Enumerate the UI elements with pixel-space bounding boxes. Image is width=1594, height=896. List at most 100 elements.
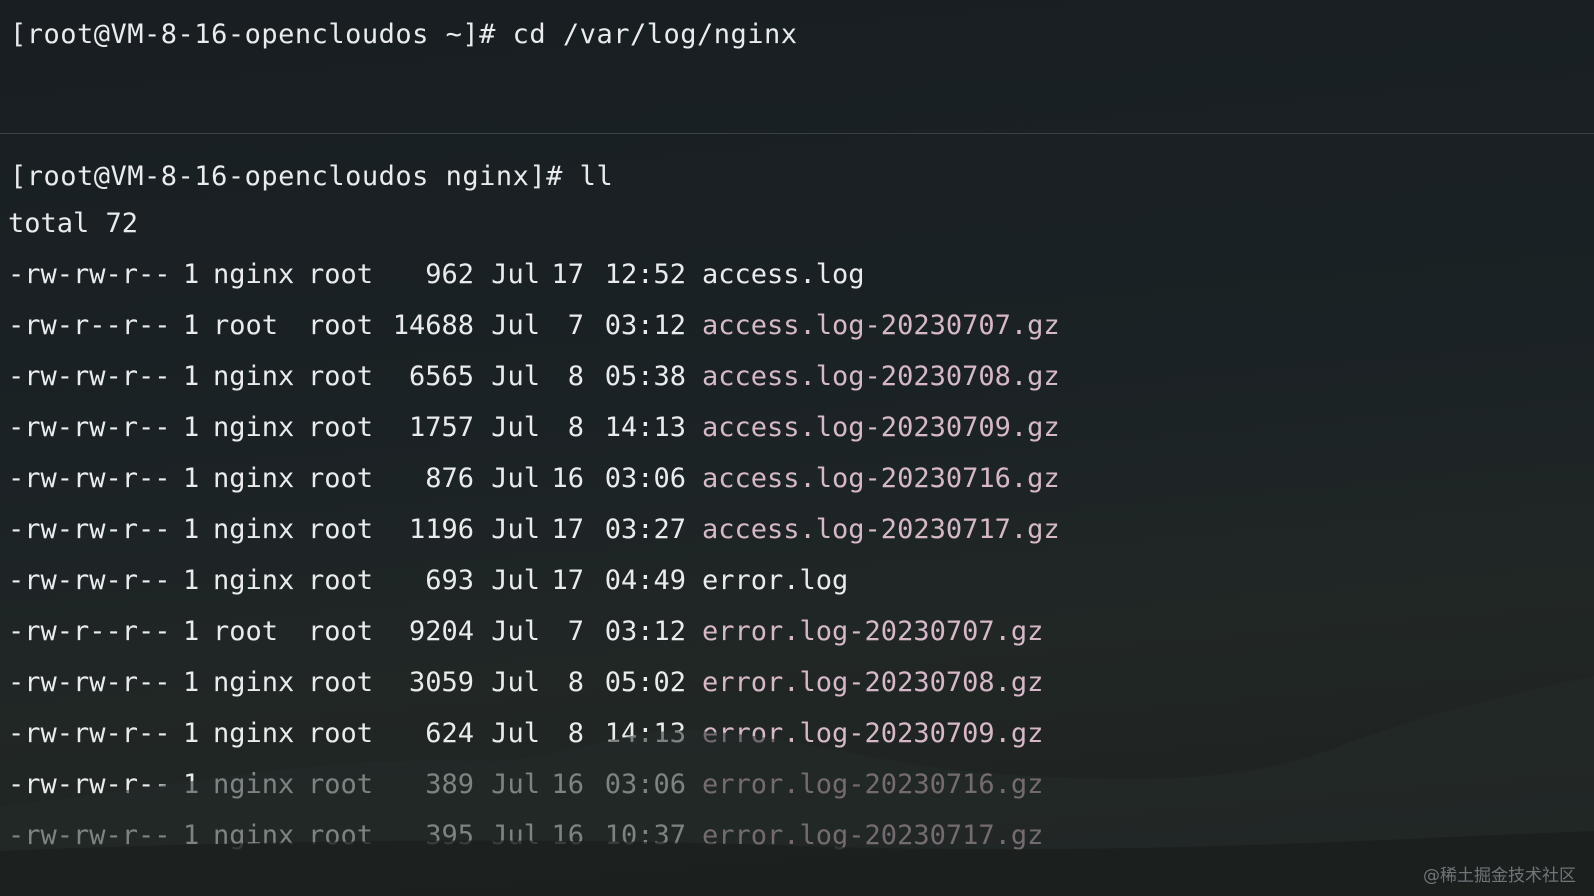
file-links: 1: [183, 820, 200, 851]
file-day: 16: [551, 820, 584, 851]
file-month: Jul: [491, 616, 540, 647]
file-owner: nginx: [213, 565, 295, 596]
total-line: total 72: [8, 208, 139, 239]
file-size: 624: [425, 718, 474, 749]
file-links: 1: [183, 259, 200, 290]
file-month: Jul: [491, 514, 540, 545]
file-size: 876: [425, 463, 474, 494]
file-day: 8: [567, 718, 584, 749]
file-group: root: [308, 820, 374, 851]
file-group: root: [308, 361, 374, 392]
terminal-divider: [0, 133, 1594, 134]
file-perms: -rw-rw-r--: [8, 361, 171, 392]
file-day: 17: [551, 514, 584, 545]
file-owner: nginx: [213, 361, 295, 392]
file-time: 05:38: [604, 361, 686, 392]
file-perms: -rw-rw-r--: [8, 820, 171, 851]
file-group: root: [308, 259, 374, 290]
file-day: 16: [551, 769, 584, 800]
file-group: root: [308, 463, 374, 494]
file-group: root: [308, 310, 374, 341]
file-name: error.log-20230716.gz: [702, 769, 1044, 800]
file-group: root: [308, 667, 374, 698]
file-row: -rw-r--r-- 1 root root 9204 Jul 7 03:12 error.lo…: [8, 611, 1060, 662]
file-links: 1: [183, 769, 200, 800]
file-month: Jul: [491, 718, 540, 749]
file-month: Jul: [491, 667, 540, 698]
ll-command-line: [root@VM-8-16-opencloudos nginx]# ll: [10, 161, 614, 192]
file-day: 8: [567, 361, 584, 392]
file-time: 03:27: [604, 514, 686, 545]
file-day: 7: [567, 616, 584, 647]
file-name: access.log: [702, 259, 865, 290]
file-size: 395: [425, 820, 474, 851]
file-links: 1: [183, 514, 200, 545]
file-month: Jul: [491, 565, 540, 596]
file-group: root: [308, 718, 374, 749]
file-time: 03:06: [604, 463, 686, 494]
file-name: error.log-20230709.gz: [702, 718, 1044, 749]
file-links: 1: [183, 361, 200, 392]
file-time: 14:13: [604, 718, 686, 749]
file-time: 03:12: [604, 310, 686, 341]
file-month: Jul: [491, 820, 540, 851]
file-row: -rw-rw-r-- 1 nginx root 1757 Jul 8 14:13 access.…: [8, 407, 1060, 458]
file-row: -rw-rw-r-- 1 nginx root 3059 Jul 8 05:02 error.l…: [8, 662, 1060, 713]
file-name: access.log-20230707.gz: [702, 310, 1060, 341]
file-row: -rw-rw-r-- 1 nginx root 962 Jul 17 12:52 access.…: [8, 254, 1060, 305]
file-owner: nginx: [213, 412, 295, 443]
file-size: 389: [425, 769, 474, 800]
file-time: 03:06: [604, 769, 686, 800]
file-rows: -rw-rw-r-- 1 nginx root 962 Jul 17 12:52 access.…: [8, 254, 1060, 866]
file-group: root: [308, 616, 374, 647]
file-name: error.log-20230717.gz: [702, 820, 1044, 851]
file-name: access.log-20230708.gz: [702, 361, 1060, 392]
file-perms: -rw-rw-r--: [8, 769, 171, 800]
file-perms: -rw-r--r--: [8, 310, 171, 341]
file-row: -rw-rw-r-- 1 nginx root 389 Jul 16 03:06 error.l…: [8, 764, 1060, 815]
file-time: 10:37: [604, 820, 686, 851]
file-perms: -rw-rw-r--: [8, 463, 171, 494]
file-row: -rw-rw-r-- 1 nginx root 624 Jul 8 14:13 error.lo…: [8, 713, 1060, 764]
file-perms: -rw-r--r--: [8, 616, 171, 647]
file-group: root: [308, 412, 374, 443]
file-month: Jul: [491, 259, 540, 290]
file-name: access.log-20230716.gz: [702, 463, 1060, 494]
file-size: 9204: [408, 616, 474, 647]
file-owner: nginx: [213, 259, 295, 290]
file-size: 1757: [408, 412, 474, 443]
cd-command-line: [root@VM-8-16-opencloudos ~]# cd /var/lo…: [10, 19, 798, 50]
file-group: root: [308, 514, 374, 545]
file-links: 1: [183, 718, 200, 749]
file-month: Jul: [491, 361, 540, 392]
file-perms: -rw-rw-r--: [8, 718, 171, 749]
file-name: error.log-20230707.gz: [702, 616, 1044, 647]
file-owner: nginx: [213, 667, 295, 698]
file-owner: root: [213, 310, 279, 341]
file-links: 1: [183, 616, 200, 647]
file-owner: nginx: [213, 463, 295, 494]
file-name: error.log-20230708.gz: [702, 667, 1044, 698]
file-owner: nginx: [213, 820, 295, 851]
file-month: Jul: [491, 412, 540, 443]
file-group: root: [308, 769, 374, 800]
file-day: 17: [551, 565, 584, 596]
file-perms: -rw-rw-r--: [8, 565, 171, 596]
file-day: 8: [567, 412, 584, 443]
file-perms: -rw-rw-r--: [8, 412, 171, 443]
file-day: 17: [551, 259, 584, 290]
file-owner: nginx: [213, 718, 295, 749]
terminal-window[interactable]: [root@VM-8-16-opencloudos ~]# cd /var/lo…: [0, 0, 1594, 896]
file-owner: nginx: [213, 769, 295, 800]
file-listing: total 72 -rw-rw-r-- 1 nginx root 962 Jul 17 12:…: [8, 206, 1060, 866]
file-links: 1: [183, 565, 200, 596]
file-perms: -rw-rw-r--: [8, 514, 171, 545]
file-time: 12:52: [604, 259, 686, 290]
file-size: 962: [425, 259, 474, 290]
watermark-text: @稀土掘金技术社区: [1423, 866, 1576, 886]
file-links: 1: [183, 310, 200, 341]
file-month: Jul: [491, 463, 540, 494]
file-time: 03:12: [604, 616, 686, 647]
file-size: 3059: [408, 667, 474, 698]
file-row: -rw-rw-r-- 1 nginx root 395 Jul 16 10:37 error.l…: [8, 815, 1060, 866]
